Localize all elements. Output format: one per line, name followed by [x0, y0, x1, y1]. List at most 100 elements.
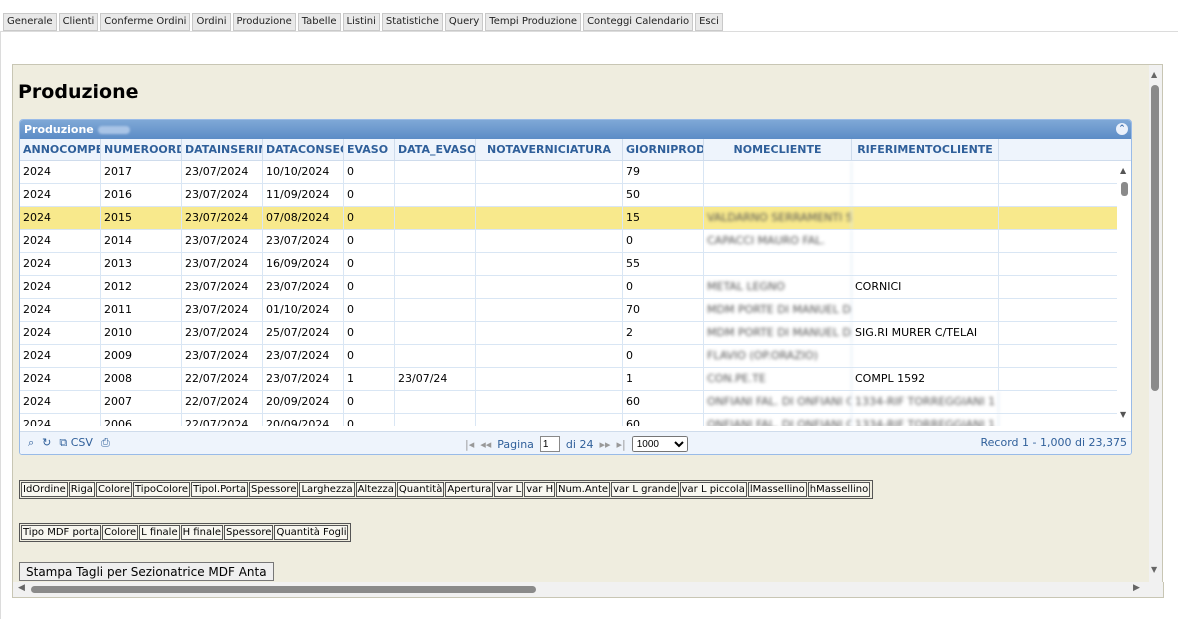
column-chip[interactable]: Quantità Fogli [274, 525, 349, 540]
table-cell [395, 414, 476, 426]
grid-scrollbar[interactable]: ▲ ▼ [1117, 161, 1131, 426]
table-row[interactable]: 2024 2013 23/07/2024 16/09/2024 0 55 [20, 253, 1131, 276]
search-icon[interactable]: ⌕ [28, 436, 34, 450]
table-cell [476, 368, 623, 390]
column-header[interactable]: DATA_EVASO [395, 139, 476, 160]
refresh-icon[interactable]: ↻ [42, 436, 51, 450]
table-row[interactable]: 2024 2012 23/07/2024 23/07/2024 0 0 METAL LEGN… [20, 276, 1131, 299]
column-header[interactable]: DATAINSERIM [182, 139, 263, 160]
column-header[interactable]: ANNOCOMPE [20, 139, 101, 160]
table-row[interactable]: 2024 2007 22/07/2024 20/09/2024 0 60 ONFIANI F… [20, 391, 1131, 414]
table-cell: 2024 [20, 368, 101, 390]
column-chip[interactable]: TipoColore [132, 482, 191, 497]
column-chip[interactable]: var L grande [611, 482, 679, 497]
column-chip[interactable]: Riga [68, 482, 95, 497]
column-chip[interactable]: var L [494, 482, 524, 497]
column-header[interactable]: NOMECLIENTE [704, 139, 852, 160]
column-chip[interactable]: hMassellino [807, 482, 871, 497]
grid-caption: Produzione ⌃ [20, 120, 1131, 139]
export-csv-button[interactable]: ⧉ CSV [59, 436, 93, 450]
table-row[interactable]: 2024 2011 23/07/2024 01/10/2024 0 70 MDM PORTE… [20, 299, 1131, 322]
prev-page-icon[interactable]: ◂◂ [480, 438, 491, 451]
column-chip[interactable]: Apertura [445, 482, 494, 497]
column-chip[interactable]: Num.Ante [556, 482, 611, 497]
column-chip[interactable]: IdOrdine [21, 482, 68, 497]
column-chip[interactable]: var H [524, 482, 556, 497]
table-cell [395, 322, 476, 344]
table-cell: CON.PE.TE [704, 368, 852, 390]
table-row[interactable]: 2024 2014 23/07/2024 23/07/2024 0 0 CAPACCI MA… [20, 230, 1131, 253]
column-header[interactable]: RIFERIMENTOCLIENTE [852, 139, 999, 160]
collapse-icon[interactable]: ⌃ [1116, 123, 1128, 135]
table-row[interactable]: 2024 2008 22/07/2024 23/07/2024 1 23/07/24 1 CO… [20, 368, 1131, 391]
first-page-icon[interactable]: |◂ [465, 438, 474, 451]
page-scroll-right-icon[interactable]: ▶ [1133, 583, 1140, 593]
column-header[interactable]: EVASO [344, 139, 395, 160]
page-scroll-down-icon[interactable]: ▼ [1151, 565, 1157, 574]
page-hscroll-thumb[interactable] [31, 586, 536, 593]
last-page-icon[interactable]: ▸| [617, 438, 626, 451]
table-row[interactable]: 2024 2010 23/07/2024 25/07/2024 0 2 MDM PORTE … [20, 322, 1131, 345]
table-cell: 23/07/2024 [182, 207, 263, 229]
page-vertical-scrollbar[interactable]: ▲ ▼ [1149, 64, 1163, 583]
scroll-down-icon[interactable]: ▼ [1120, 410, 1126, 419]
table-row[interactable]: 2024 2017 23/07/2024 10/10/2024 0 79 [20, 161, 1131, 184]
page-size-select[interactable]: 1000 [631, 436, 688, 452]
column-header[interactable]: DATACONSEC [263, 139, 344, 160]
table-cell: METAL LEGNO [704, 276, 852, 298]
column-chip[interactable]: H finale [180, 525, 224, 540]
nav-tab[interactable]: Tempi Produzione [485, 13, 582, 31]
column-chip[interactable]: Larghezza [299, 482, 355, 497]
nav-tab[interactable]: Statistiche [381, 13, 443, 31]
nav-tab[interactable]: Generale [3, 13, 57, 31]
nav-tab[interactable]: Query [444, 13, 484, 31]
scroll-up-icon[interactable]: ▲ [1120, 166, 1126, 175]
table-cell: 0 [344, 276, 395, 298]
table-row[interactable]: 2024 2009 23/07/2024 23/07/2024 0 0 FLAVIO (OP… [20, 345, 1131, 368]
page-number-input[interactable] [539, 436, 560, 452]
page-horizontal-scrollbar[interactable]: ◀ ▶ [12, 582, 1164, 598]
nav-tab[interactable]: Clienti [58, 13, 99, 31]
column-chip[interactable]: var L piccola [679, 482, 747, 497]
nav-tab[interactable]: Ordini [192, 13, 231, 31]
column-header[interactable]: NOTAVERNICIATURA [476, 139, 623, 160]
column-chip[interactable]: Altezza [355, 482, 396, 497]
table-cell: 2024 [20, 184, 101, 206]
nav-tab[interactable]: Esci [695, 13, 723, 31]
table-cell: 2024 [20, 161, 101, 183]
column-header[interactable]: NUMEROORD [101, 139, 182, 160]
column-header[interactable]: GIORNIPRODU [623, 139, 704, 160]
column-chip[interactable]: L finale [139, 525, 180, 540]
column-chip[interactable]: Spessore [249, 482, 299, 497]
table-cell: 2008 [101, 368, 182, 390]
page-scroll-up-icon[interactable]: ▲ [1151, 70, 1157, 79]
table-cell [395, 184, 476, 206]
nav-tab[interactable]: Listini [342, 13, 380, 31]
table-row[interactable]: 2024 2015 23/07/2024 07/08/2024 0 15 VALDARNO … [20, 207, 1131, 230]
column-chip[interactable]: Quantità [396, 482, 445, 497]
table-cell [476, 253, 623, 275]
column-chip[interactable]: Tipol.Porta [191, 482, 249, 497]
column-chip[interactable]: Spessore [224, 525, 274, 540]
table-cell: 23/07/2024 [182, 230, 263, 252]
table-cell: 23/07/2024 [263, 276, 344, 298]
column-chip[interactable]: Tipo MDF porta [21, 525, 102, 540]
page-scroll-left-icon[interactable]: ◀ [18, 583, 25, 593]
column-chip[interactable]: lMassellino [747, 482, 807, 497]
page-scroll-thumb[interactable] [1151, 85, 1159, 391]
table-cell: 22/07/2024 [182, 414, 263, 426]
nav-tab[interactable]: Conteggi Calendario [583, 13, 694, 31]
table-row[interactable]: 2024 2006 22/07/2024 20/09/2024 0 60 ONFIANI F… [20, 414, 1131, 426]
next-page-icon[interactable]: ▸▸ [599, 438, 610, 451]
nav-tab[interactable]: Produzione [232, 13, 296, 31]
table-cell: VALDARNO SERRAMENTI SRL RIFAC. 483-2024 [704, 207, 852, 229]
nav-tab[interactable]: Tabelle [297, 13, 341, 31]
stampa-tagli-button[interactable]: Stampa Tagli per Sezionatrice MDF Anta [19, 562, 274, 581]
csv-label: CSV [70, 436, 93, 449]
print-icon[interactable]: ⎙ [101, 436, 110, 450]
column-chip[interactable]: Colore [102, 525, 139, 540]
nav-tab[interactable]: Conferme Ordini [100, 13, 191, 31]
column-chip[interactable]: Colore [95, 482, 132, 497]
grid-scroll-thumb[interactable] [1121, 182, 1128, 196]
table-row[interactable]: 2024 2016 23/07/2024 11/09/2024 0 50 [20, 184, 1131, 207]
